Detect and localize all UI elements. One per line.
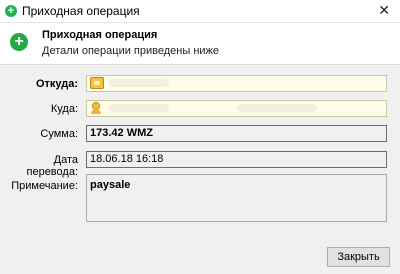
plus-circle-icon: + xyxy=(10,33,28,51)
plus-circle-icon: + xyxy=(5,5,17,17)
note-value: paysale xyxy=(90,179,131,191)
note-label: Примечание: xyxy=(11,180,78,192)
user-icon xyxy=(91,102,101,114)
title-bar: + Приходная операция ✕ xyxy=(0,0,400,23)
amount-label: Сумма: xyxy=(40,128,78,140)
to-label: Куда: xyxy=(50,103,78,115)
amount-value: 173.42 WMZ xyxy=(90,127,153,139)
note-field[interactable]: paysale xyxy=(86,174,387,222)
redacted-text xyxy=(237,104,317,112)
from-label: Откуда: xyxy=(35,78,78,90)
amount-field: 173.42 WMZ xyxy=(86,125,387,142)
redacted-text xyxy=(109,79,169,87)
redacted-text xyxy=(109,104,169,112)
date-value: 18.06.18 16:18 xyxy=(90,153,164,165)
close-button[interactable]: Закрыть xyxy=(327,247,390,267)
header-title: Приходная операция xyxy=(42,29,158,41)
from-field[interactable] xyxy=(86,75,387,92)
wallet-icon xyxy=(90,77,104,89)
window-title: Приходная операция xyxy=(22,4,140,18)
dialog-header: + Приходная операция Детали операции при… xyxy=(0,23,400,65)
date-label: Дата перевода: xyxy=(26,154,79,178)
close-icon[interactable]: ✕ xyxy=(378,2,390,19)
to-field[interactable] xyxy=(86,100,387,117)
date-field: 18.06.18 16:18 xyxy=(86,151,387,168)
header-subtitle: Детали операции приведены ниже xyxy=(42,45,220,57)
